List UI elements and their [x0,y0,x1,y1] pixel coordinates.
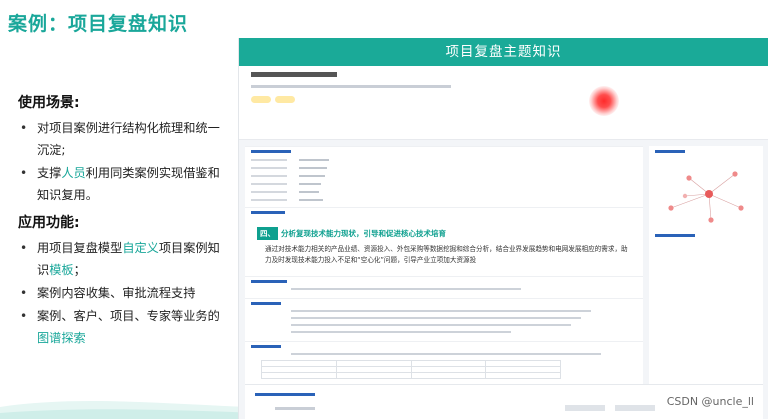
feature-bullet-1-highlight: 自定义 [122,241,159,255]
block-title-placeholder [251,302,281,305]
screenshot-banner: 项目复盘主题知识 [239,38,768,66]
quote-tag: 四、 [257,227,278,240]
feature-bullet-1: 用项目复盘模型自定义项目案例知识模板； [18,237,230,281]
feature-bullet-3: 案例、客户、项目、专家等业务的图谱探索 [18,305,230,349]
feature-bullet-1-post: ； [73,263,86,277]
tag-pill[interactable] [251,96,271,103]
feature-bullet-3-highlight: 图谱探索 [37,331,86,345]
left-text-panel: 使用场景: 对项目案例进行结构化梳理和统一沉淀; 支撑人员利用同类案例实现借鉴和… [18,92,230,350]
conclusion-block [245,341,643,382]
slide-title: 案例：项目复盘知识 [8,13,189,35]
screenshot-doc-header [239,66,768,140]
doc-title-placeholder [251,72,337,77]
analysis-block [245,298,643,341]
block-title-placeholder [251,345,281,348]
tag-pills [251,96,295,103]
usage-bullet-1-text: 对项目案例进行结构化梳理和统一沉淀; [37,121,220,157]
block-title-placeholder [251,280,287,283]
feature-bullet-2-text: 案例内容收集、审批流程支持 [37,286,196,300]
feature-bullet-2: 案例内容收集、审批流程支持 [18,282,230,304]
review-block [245,276,643,298]
feature-bullet-3-pre: 案例、客户、项目、专家等业务的 [37,309,220,323]
mini-table [261,360,561,379]
usage-bullet-2-highlight: 人员 [61,166,86,180]
red-highlight-dot [589,86,619,116]
side-title-placeholder [655,234,695,237]
usage-bullet-2-pre: 支撑 [37,166,62,180]
usage-bullet-2: 支撑人员利用同类案例实现借鉴和知识复用。 [18,162,230,206]
product-screenshot: 项目复盘主题知识 四、 分析复现技术能力现状，引导和促进核心技术培育 通过对技术… [238,38,768,419]
quote-heading: 分析复现技术能力现状，引导和促进核心技术培育 [281,229,446,238]
quote-body: 通过对技术能力相关的产品业绩、资源投入、外包采购等数据挖掘和综合分析，结合业界发… [265,245,628,264]
doc-meta-placeholder [251,84,451,90]
usage-heading: 使用场景: [18,95,80,111]
basic-info-block [245,146,643,207]
highlight-quote-box: 四、 分析复现技术能力现状，引导和促进核心技术培育 通过对技术能力相关的产品业绩、… [251,217,637,270]
feature-bullet-1-pre: 用项目复盘模型 [37,241,123,255]
tag-pill[interactable] [275,96,295,103]
csdn-watermark: CSDN @uncle_ll [666,395,754,408]
usage-bullet-1: 对项目案例进行结构化梳理和统一沉淀; [18,117,230,161]
side-title-placeholder [655,150,685,153]
summary-block: 四、 分析复现技术能力现状，引导和促进核心技术培育 通过对技术能力相关的产品业绩、… [245,207,643,276]
screenshot-side-panel [649,146,763,419]
features-heading: 应用功能: [18,215,80,231]
screenshot-main-panel: 四、 分析复现技术能力现状，引导和促进核心技术培育 通过对技术能力相关的产品业绩、… [245,146,643,419]
block-title-placeholder [251,150,291,153]
feature-bullet-1-highlight-2: 模板 [49,263,74,277]
block-title-placeholder [251,211,285,214]
knowledge-graph[interactable] [649,156,763,236]
